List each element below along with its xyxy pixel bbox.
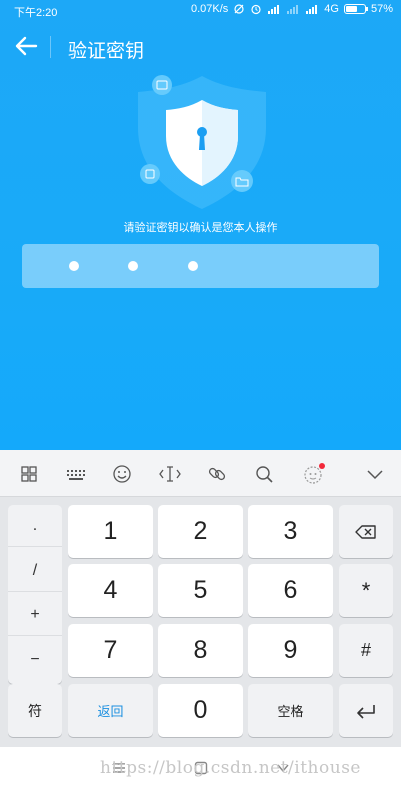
battery-percent: 57%: [370, 3, 393, 15]
shield-lock-icon: [138, 75, 266, 209]
signal-icon: [268, 5, 280, 14]
battery-icon: [343, 4, 368, 14]
keyboard-icon[interactable]: [62, 461, 88, 487]
key-0[interactable]: 0: [158, 684, 243, 737]
key-minus[interactable]: −: [8, 639, 62, 681]
emoji-icon[interactable]: [109, 461, 135, 487]
key-4[interactable]: 4: [68, 564, 153, 617]
network-type: 4G: [324, 3, 339, 15]
page-title: 验证密钥: [68, 40, 145, 62]
symbol-column: . / + −: [8, 505, 62, 684]
key-9[interactable]: 9: [248, 624, 333, 677]
backspace-button[interactable]: [339, 505, 393, 558]
key-5[interactable]: 5: [158, 564, 243, 617]
key-6[interactable]: 6: [248, 564, 333, 617]
verify-screen: 下午2:20 0.07K/s 4G 57% 验证密钥 请验证密钥以确认是您本人操…: [0, 0, 401, 450]
key-7[interactable]: 7: [68, 624, 153, 677]
avatar-icon[interactable]: [300, 461, 326, 487]
password-dot: [128, 261, 138, 271]
status-time: 下午2:20: [14, 7, 58, 19]
grid-icon[interactable]: [16, 461, 42, 487]
backspace-icon: [355, 524, 376, 539]
arrow-left-icon[interactable]: [12, 32, 40, 60]
enter-button[interactable]: [339, 684, 393, 737]
key-plus[interactable]: +: [8, 594, 62, 636]
return-key[interactable]: 返回: [68, 684, 153, 737]
space-key[interactable]: 空格: [248, 684, 333, 737]
link-icon[interactable]: [204, 461, 230, 487]
password-dot: [188, 261, 198, 271]
search-icon[interactable]: [251, 461, 277, 487]
password-dot: [69, 261, 79, 271]
hint-text: 请验证密钥以确认是您本人操作: [123, 221, 278, 234]
key-slash[interactable]: /: [8, 550, 62, 592]
key-3[interactable]: 3: [248, 505, 333, 558]
password-input[interactable]: [22, 244, 379, 288]
keyboard-toolbar: [0, 450, 401, 497]
signal-3-icon: [306, 5, 318, 14]
chevron-down-icon[interactable]: [362, 461, 388, 487]
numeric-keyboard: . / + − 1 2 3 4 5 6 * 7 8 9 # 符 返回 0 空格: [0, 450, 401, 747]
signal-2-icon: [287, 5, 299, 14]
watermark: https://blog.csdn.net/ithouse: [100, 758, 361, 778]
cursor-icon[interactable]: [157, 461, 183, 487]
divider: [50, 36, 51, 58]
key-star[interactable]: *: [339, 564, 393, 617]
key-dot[interactable]: .: [8, 505, 62, 547]
key-hash[interactable]: #: [339, 624, 393, 677]
key-8[interactable]: 8: [158, 624, 243, 677]
sync-icon: [234, 4, 244, 14]
title-bar: 验证密钥: [0, 24, 401, 70]
enter-icon: [357, 704, 375, 719]
alarm-icon: [251, 4, 261, 15]
network-speed: 0.07K/s: [190, 3, 229, 15]
key-2[interactable]: 2: [158, 505, 243, 558]
key-1[interactable]: 1: [68, 505, 153, 558]
status-bar: 下午2:20 0.07K/s 4G 57%: [0, 0, 401, 22]
symbol-key[interactable]: 符: [8, 684, 62, 737]
